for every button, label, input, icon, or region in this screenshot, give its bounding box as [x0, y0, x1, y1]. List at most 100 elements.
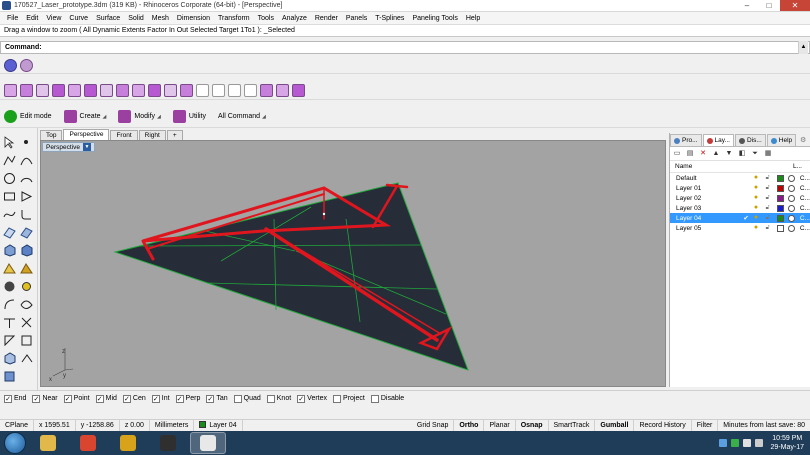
menu-view[interactable]: View — [42, 15, 65, 22]
surface-icon[interactable] — [3, 226, 16, 239]
cube-icon[interactable] — [3, 352, 16, 365]
grid-tool-icon[interactable] — [228, 84, 241, 97]
light-bulb-icon[interactable]: ● — [754, 194, 762, 202]
checkbox-icon[interactable] — [370, 394, 379, 403]
filter-icon[interactable]: ⏷ — [751, 150, 759, 158]
menu-render[interactable]: Render — [311, 15, 342, 22]
up-level-icon[interactable]: ◧ — [738, 150, 746, 158]
tools-icon[interactable]: ▦ — [764, 150, 772, 158]
volume-icon[interactable] — [754, 439, 763, 447]
print-color-icon[interactable] — [788, 204, 795, 212]
surface-tool-icon[interactable] — [180, 84, 193, 97]
menu-tsplines[interactable]: T-Splines — [371, 15, 408, 22]
osnap-tan[interactable]: ✓ Tan — [206, 394, 228, 403]
transform-icon[interactable] — [3, 298, 16, 311]
filter-toggle[interactable]: Filter — [692, 419, 719, 432]
clock[interactable]: 10:59 PM 29-May-17 — [771, 434, 804, 452]
menu-file[interactable]: File — [3, 15, 22, 22]
osnap-near[interactable]: ✓ Near — [32, 394, 58, 403]
lock-icon[interactable]: 🔓︎ — [766, 214, 774, 222]
point-icon[interactable] — [20, 136, 33, 149]
print-color-icon[interactable] — [788, 174, 795, 182]
tab-properties[interactable]: Pro... — [670, 134, 702, 146]
new-sublayer-icon[interactable]: ▤ — [686, 150, 694, 158]
current-layer-check-icon[interactable]: ✔ — [741, 214, 751, 222]
fillet-icon[interactable] — [20, 208, 33, 221]
layer-color-swatch[interactable] — [777, 204, 785, 212]
model-canvas[interactable]: z y x — [41, 141, 666, 387]
surface-tool-icon[interactable] — [68, 84, 81, 97]
layer-color-swatch[interactable] — [777, 194, 785, 202]
menu-paneling-tools[interactable]: Paneling Tools — [408, 15, 461, 22]
checkbox-icon[interactable]: ✓ — [175, 394, 184, 403]
layer-row[interactable]: Layer 01 ● 🔓︎ C... — [670, 183, 810, 193]
minimize-button[interactable]: – — [736, 0, 758, 11]
light-icon[interactable] — [20, 280, 33, 293]
menu-panels[interactable]: Panels — [342, 15, 371, 22]
edit-mode-button[interactable]: Edit mode — [4, 110, 52, 123]
grid-tool-icon[interactable] — [212, 84, 225, 97]
osnap-quad[interactable]: Quad — [233, 394, 261, 403]
polyline-icon[interactable] — [3, 154, 16, 167]
layer-color-swatch[interactable] — [777, 184, 785, 192]
lock-icon[interactable]: 🔓︎ — [766, 194, 774, 202]
viewport-label[interactable]: Perspective ▼ — [42, 142, 95, 152]
layer-linetype[interactable]: C... — [800, 175, 810, 182]
layer-row[interactable]: Layer 03 ● 🔓︎ C... — [670, 203, 810, 213]
surface-tool-icon[interactable] — [52, 84, 65, 97]
checkbox-icon[interactable]: ✓ — [151, 394, 160, 403]
menu-dimension[interactable]: Dimension — [173, 15, 214, 22]
taskbar-app-chrome[interactable] — [70, 432, 106, 454]
tab-display[interactable]: Dis... — [734, 134, 766, 146]
surface-tool-icon[interactable] — [164, 84, 177, 97]
print-color-icon[interactable] — [788, 224, 795, 232]
tab-help[interactable]: Help — [766, 134, 797, 146]
layer-color-swatch[interactable] — [777, 214, 785, 222]
taskbar-app-illustrator[interactable] — [110, 432, 146, 454]
dimension-icon[interactable] — [3, 316, 16, 329]
surface-tool-icon[interactable] — [20, 84, 33, 97]
osnap-disable[interactable]: Disable — [370, 394, 404, 403]
osnap-perp[interactable]: ✓ Perp — [175, 394, 200, 403]
arc-icon[interactable] — [20, 172, 33, 185]
command-scroll-button[interactable]: ▲ — [798, 41, 808, 54]
light-bulb-icon[interactable]: ● — [754, 184, 762, 192]
rectangle-icon[interactable] — [3, 190, 16, 203]
menu-tools[interactable]: Tools — [254, 15, 278, 22]
analyze-icon[interactable] — [20, 316, 33, 329]
surface-tool-icon[interactable] — [36, 84, 49, 97]
mesh-tools-icon[interactable] — [20, 262, 33, 275]
osnap-end[interactable]: ✓ End — [4, 394, 26, 403]
start-button[interactable] — [4, 432, 26, 454]
osnap-vertex[interactable]: ✓ Vertex — [297, 394, 327, 403]
current-layer[interactable]: Layer 04 — [194, 419, 243, 432]
surface-tool-icon[interactable] — [276, 84, 289, 97]
tab-top[interactable]: Top — [40, 130, 63, 140]
create-button[interactable]: Create ◢ — [63, 110, 106, 123]
close-button[interactable]: ✕ — [780, 0, 810, 11]
all-command-button[interactable]: All Command ◢ — [218, 113, 266, 120]
app-tray-icon[interactable] — [730, 439, 739, 447]
osnap-mid[interactable]: ✓ Mid — [95, 394, 117, 403]
osnap-cen[interactable]: ✓ Cen — [122, 394, 146, 403]
polygon-icon[interactable] — [20, 190, 33, 203]
smarttrack-toggle[interactable]: SmartTrack — [549, 419, 596, 432]
curve-tools-icon[interactable] — [20, 298, 33, 311]
move-down-icon[interactable]: ▼ — [725, 150, 733, 158]
gear-icon[interactable]: ⚙ — [800, 136, 810, 146]
surface-tool-icon[interactable] — [4, 84, 17, 97]
surface-tool-icon[interactable] — [100, 84, 113, 97]
taskbar-app-explorer[interactable] — [30, 432, 66, 454]
print-color-icon[interactable] — [788, 214, 795, 222]
taskbar-app-muse[interactable] — [150, 432, 186, 454]
curve-icon[interactable] — [20, 154, 33, 167]
osnap-knot[interactable]: Knot — [266, 394, 291, 403]
layer-linetype[interactable]: C... — [800, 205, 810, 212]
circle-icon[interactable] — [3, 172, 16, 185]
box-icon[interactable] — [3, 244, 16, 257]
modify-button[interactable]: Modify ◢ — [118, 110, 161, 123]
grid-tool-icon[interactable] — [196, 84, 209, 97]
checkbox-icon[interactable]: ✓ — [4, 394, 12, 403]
menu-surface[interactable]: Surface — [92, 15, 124, 22]
grid-snap-toggle[interactable]: Grid Snap — [412, 419, 455, 432]
